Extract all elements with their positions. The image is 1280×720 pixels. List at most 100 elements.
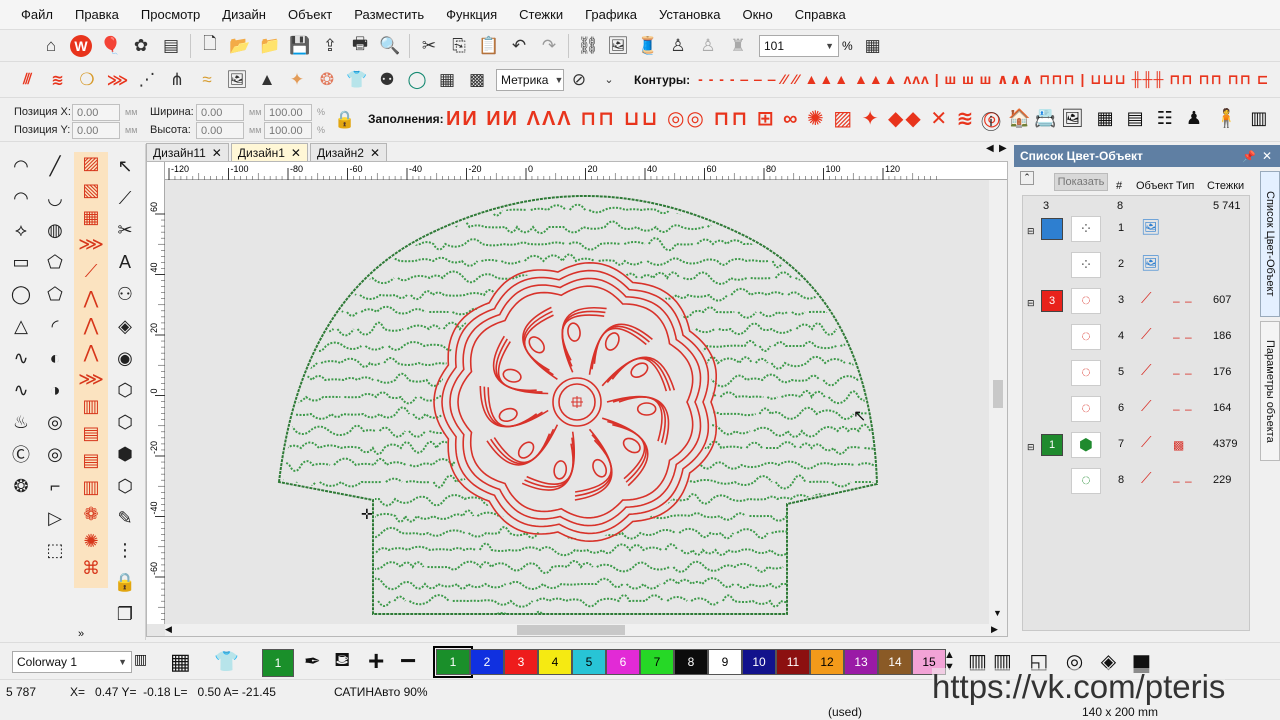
object-thumbnail[interactable]: ◌ [1071,468,1101,494]
open-recent-icon[interactable]: 📁 [256,32,284,60]
menu-item-11[interactable]: Справка [784,7,857,22]
contour-styles-strip[interactable]: - - - - ‒ ‒ ‒ ⁄⁄ ⁄⁄ ▲▲▲ ▲▲▲ ᴧᴧᴧ | ш ш ш … [698,71,1269,88]
info-icon[interactable]: ⓘ [977,106,1005,134]
palette-swatch-11[interactable]: 11 [776,649,810,675]
tab-дизайн1[interactable]: Дизайн1 ✕ [230,143,308,161]
grid-icon[interactable]: ▦ [433,66,461,94]
steps-tool-icon[interactable]: ⌐ [40,470,70,502]
pin-icon[interactable]: 📌 [1242,150,1256,163]
palette-swatch-3[interactable]: 3 [504,649,538,675]
circle-target-2-tool-icon[interactable]: ◎ [40,438,70,470]
close-tab-icon[interactable]: ✕ [291,146,301,160]
menu-item-6[interactable]: Функция [435,7,508,22]
more-tools-strip[interactable]: 🏠📇🖼 ▦ ▤ ☷ ♟ 🧍 ▥ [1008,108,1271,129]
palette-swatch-1[interactable]: 1 [433,646,473,678]
reshape-2-tool-icon[interactable]: ◠ [6,182,36,214]
palette-swatch-14[interactable]: 14 [878,649,912,675]
vertical-scrollbar[interactable]: ▼ [989,180,1007,624]
height-field[interactable]: 0.00 [196,122,244,139]
curve-tool-icon[interactable]: ◜ [40,310,70,342]
node-tool-icon[interactable]: ⟡ [6,214,36,246]
tatami-stitch-icon[interactable]: ⫻ [13,66,41,94]
spike-tool-icon[interactable]: ⋀ [76,285,106,312]
stitch-player-icon[interactable]: ♙ [664,32,692,60]
polygon-2-tool-icon[interactable]: ⬠ [40,278,70,310]
palette-swatch-2[interactable]: 2 [470,649,504,675]
pointer-tool-icon[interactable]: ↖ [110,150,140,182]
wave-icon[interactable]: ≈ [193,66,221,94]
redo-icon[interactable]: ↷ [535,32,563,60]
object-thumbnail[interactable]: ◌ [1071,324,1101,350]
people-icon[interactable]: ⚉ [373,66,401,94]
radial-tool-icon[interactable]: ❁ [76,501,106,528]
freehand-2-tool-icon[interactable]: ∿ [6,374,36,406]
palette-swatch-8[interactable]: 8 [674,649,708,675]
palette-swatch-9[interactable]: 9 [708,649,742,675]
library-icon[interactable]: ▤ [157,32,185,60]
menu-item-5[interactable]: Разместить [343,7,435,22]
paste-icon[interactable]: 📋 [475,32,503,60]
color-group-swatch[interactable]: 3 [1041,290,1063,312]
fan-tool-icon[interactable]: ⟋ [76,258,106,285]
expand-toggle-icon[interactable]: ⊟ [1027,226,1035,237]
object-thumbnail[interactable]: ⁘ [1071,252,1101,278]
rectangle-tool-icon[interactable]: ▭ [6,246,36,278]
lock-proportions-icon[interactable]: 🔒 [331,106,359,134]
zig-tool-icon[interactable]: ⋙ [76,366,106,393]
undo-icon[interactable]: ↶ [505,32,533,60]
hexagon-grey-tool-icon[interactable]: ⬡ [110,470,140,502]
ellipse-tool-icon[interactable]: ◯ [6,278,36,310]
expand-chevron-icon[interactable]: » [78,628,84,640]
object-thumbnail[interactable]: ⁘ [1071,216,1101,242]
hoop-icon[interactable]: ◯ [403,66,431,94]
tshirt-icon[interactable]: 👕 [343,66,371,94]
print-icon[interactable]: 🖶 [346,32,374,60]
scissors-tool-icon[interactable]: ✂ [110,214,140,246]
hexagon-filled-tool-icon[interactable]: ⬢ [110,438,140,470]
column-tool-icon[interactable]: ▥ [76,393,106,420]
scroll-down-icon[interactable]: ▼ [993,608,1002,618]
add-color-icon[interactable]: + [368,645,384,677]
more-icon[interactable]: ⌄ [595,66,623,94]
segment-tool-icon[interactable]: ◐ [40,342,70,374]
shapes-tool-icon[interactable]: △ [6,310,36,342]
scale-width-field[interactable]: 100.00 [264,104,312,121]
menu-item-9[interactable]: Установка [648,7,731,22]
units-select[interactable]: Метрика ▼ [496,68,564,91]
text-tool-icon[interactable]: A [110,246,140,278]
object-thumbnail[interactable]: ◌ [1071,288,1101,314]
palette-swatch-7[interactable]: 7 [640,649,674,675]
expand-toggle-icon[interactable]: ⊟ [1027,298,1035,309]
hatch-2-tool-icon[interactable]: ▥ [76,474,106,501]
pattern-a-tool-icon[interactable]: ▨ [76,150,106,177]
palette-swatch-4[interactable]: 4 [538,649,572,675]
dots-tool-icon[interactable]: ⋮ [110,534,140,566]
line-tool-icon[interactable]: ╱ [40,150,70,182]
zigzag-icon[interactable]: ⋙ [103,66,131,94]
object-thumbnail[interactable]: ⬢ [1071,432,1101,458]
pattern-c-tool-icon[interactable]: ▦ [76,204,106,231]
palette-swatch-5[interactable]: 5 [572,649,606,675]
knife-tool-icon[interactable]: ⟋ [110,182,140,214]
menu-item-7[interactable]: Стежки [508,7,574,22]
pen-tool-icon[interactable]: ✎ [110,502,140,534]
people-tool-icon[interactable]: ⚇ [110,278,140,310]
palette-swatch-12[interactable]: 12 [810,649,844,675]
vertical-scroll-thumb[interactable] [993,380,1003,408]
picture-icon[interactable]: 🖼 [223,66,251,94]
picture-group-icon[interactable] [1041,218,1063,240]
shapes-icon[interactable]: ▲ [253,66,281,94]
tab-scroll-right-icon[interactable]: ▶ [999,143,1007,154]
leaf-outline-icon[interactable]: ❍ [73,66,101,94]
scroll-left-icon[interactable]: ◀ [165,624,172,635]
tab-дизайн2[interactable]: Дизайн2 ✕ [309,143,388,161]
expand-toggle-icon[interactable]: ⊟ [1027,442,1035,453]
copy-shape-tool-icon[interactable]: ❐ [110,598,140,630]
lock-tool-icon[interactable]: 🔒 [110,566,140,598]
tab-scroll-left-icon[interactable]: ◀ [986,143,994,154]
satin-stitch-icon[interactable]: ≋ [43,66,71,94]
pos-y-field[interactable]: 0.00 [72,122,120,139]
pattern-d-tool-icon[interactable]: ⋙ [76,231,106,258]
hatch-tool-icon[interactable]: ▤ [76,447,106,474]
palette-editor-icon[interactable]: ▥ [134,651,147,668]
